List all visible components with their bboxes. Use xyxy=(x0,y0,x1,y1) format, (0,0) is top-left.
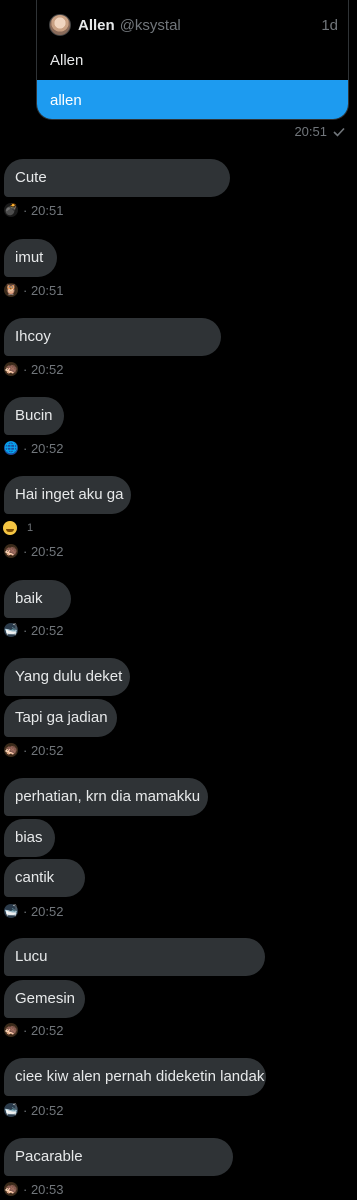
message-bubble[interactable]: Cute xyxy=(4,159,230,197)
message-meta: 🛁 · 20:52 xyxy=(4,903,63,919)
message-meta: 🛁 · 20:52 xyxy=(4,1102,63,1118)
grinning-face-icon xyxy=(3,521,17,535)
message-time: · 20:52 xyxy=(23,361,64,377)
message-time: · 20:52 xyxy=(23,903,64,919)
message-bubble[interactable]: bias xyxy=(4,819,55,857)
hedgehog-icon[interactable]: 🦔 xyxy=(4,362,18,376)
bomb-icon[interactable]: 💣 xyxy=(4,203,18,217)
hedgehog-icon[interactable]: 🦔 xyxy=(4,1182,18,1196)
sent-time: 20:51 xyxy=(294,124,327,139)
message-meta: 🦉 · 20:51 xyxy=(4,282,63,298)
quoted-header: Allen @ksystal 1d xyxy=(49,14,338,36)
hedgehog-icon[interactable]: 🦔 xyxy=(4,743,18,757)
quoted-author-name[interactable]: Allen xyxy=(78,17,115,34)
owl-icon[interactable]: 🦉 xyxy=(4,283,18,297)
message-time: · 20:52 xyxy=(23,1102,64,1118)
message-meta: 💣 · 20:51 xyxy=(4,202,63,218)
quoted-author-handle: @ksystal xyxy=(119,16,181,34)
message-time: · 20:52 xyxy=(23,543,64,559)
message-bubble[interactable]: baik xyxy=(4,580,71,618)
message-bubble[interactable]: perhatian, krn dia mamakku xyxy=(4,778,208,816)
reaction-count: 1 xyxy=(27,522,34,534)
message-time: · 20:51 xyxy=(23,282,64,298)
message-bubble[interactable]: cantik xyxy=(4,859,85,897)
message-time: · 20:51 xyxy=(23,202,64,218)
message-bubble[interactable]: ciee kiw alen pernah dideketin landak xyxy=(4,1058,266,1096)
check-icon xyxy=(333,127,345,137)
message-meta: 🛁 · 20:52 xyxy=(4,622,63,638)
message-meta: 🦔 · 20:52 xyxy=(4,361,63,377)
message-meta: 🦔 · 20:52 xyxy=(4,543,63,559)
message-meta: 🌐 · 20:52 xyxy=(4,440,63,456)
bathtub-icon[interactable]: 🛁 xyxy=(4,904,18,918)
hedgehog-icon[interactable]: 🦔 xyxy=(4,1023,18,1037)
message-bubble[interactable]: Lucu xyxy=(4,938,265,976)
message-bubble[interactable]: Pacarable xyxy=(4,1138,233,1176)
message-bubble[interactable]: imut xyxy=(4,239,57,277)
message-time: · 20:52 xyxy=(23,440,64,456)
message-time: · 20:52 xyxy=(23,1022,64,1038)
avatar[interactable] xyxy=(49,14,71,36)
message-bubble[interactable]: Ihcoy xyxy=(4,318,221,356)
message-bubble[interactable]: Tapi ga jadian xyxy=(4,699,117,737)
message-bubble[interactable]: Hai inget aku ga xyxy=(4,476,131,514)
sent-meta: 20:51 xyxy=(294,124,345,139)
quoted-text: Allen xyxy=(50,52,84,69)
message-meta: 🦔 · 20:52 xyxy=(4,1022,63,1038)
quoted-age: 1d xyxy=(321,16,338,34)
message-time: · 20:52 xyxy=(23,622,64,638)
message-bubble[interactable]: Bucin xyxy=(4,397,64,435)
message-time: · 20:52 xyxy=(23,742,64,758)
globe-icon[interactable]: 🌐 xyxy=(4,441,18,455)
message-meta: 🦔 · 20:53 xyxy=(4,1181,63,1197)
hedgehog-icon[interactable]: 🦔 xyxy=(4,544,18,558)
quoted-message-card[interactable]: Allen @ksystal 1d Allen allen xyxy=(36,0,349,120)
message-time: · 20:53 xyxy=(23,1181,64,1197)
sent-reply-bubble[interactable]: allen xyxy=(37,80,348,119)
message-bubble[interactable]: Gemesin xyxy=(4,980,85,1018)
message-bubble[interactable]: Yang dulu deket xyxy=(4,658,130,696)
bathtub-icon[interactable]: 🛁 xyxy=(4,1103,18,1117)
reaction[interactable]: 1 xyxy=(3,520,33,536)
message-meta: 🦔 · 20:52 xyxy=(4,742,63,758)
bathtub-icon[interactable]: 🛁 xyxy=(4,623,18,637)
